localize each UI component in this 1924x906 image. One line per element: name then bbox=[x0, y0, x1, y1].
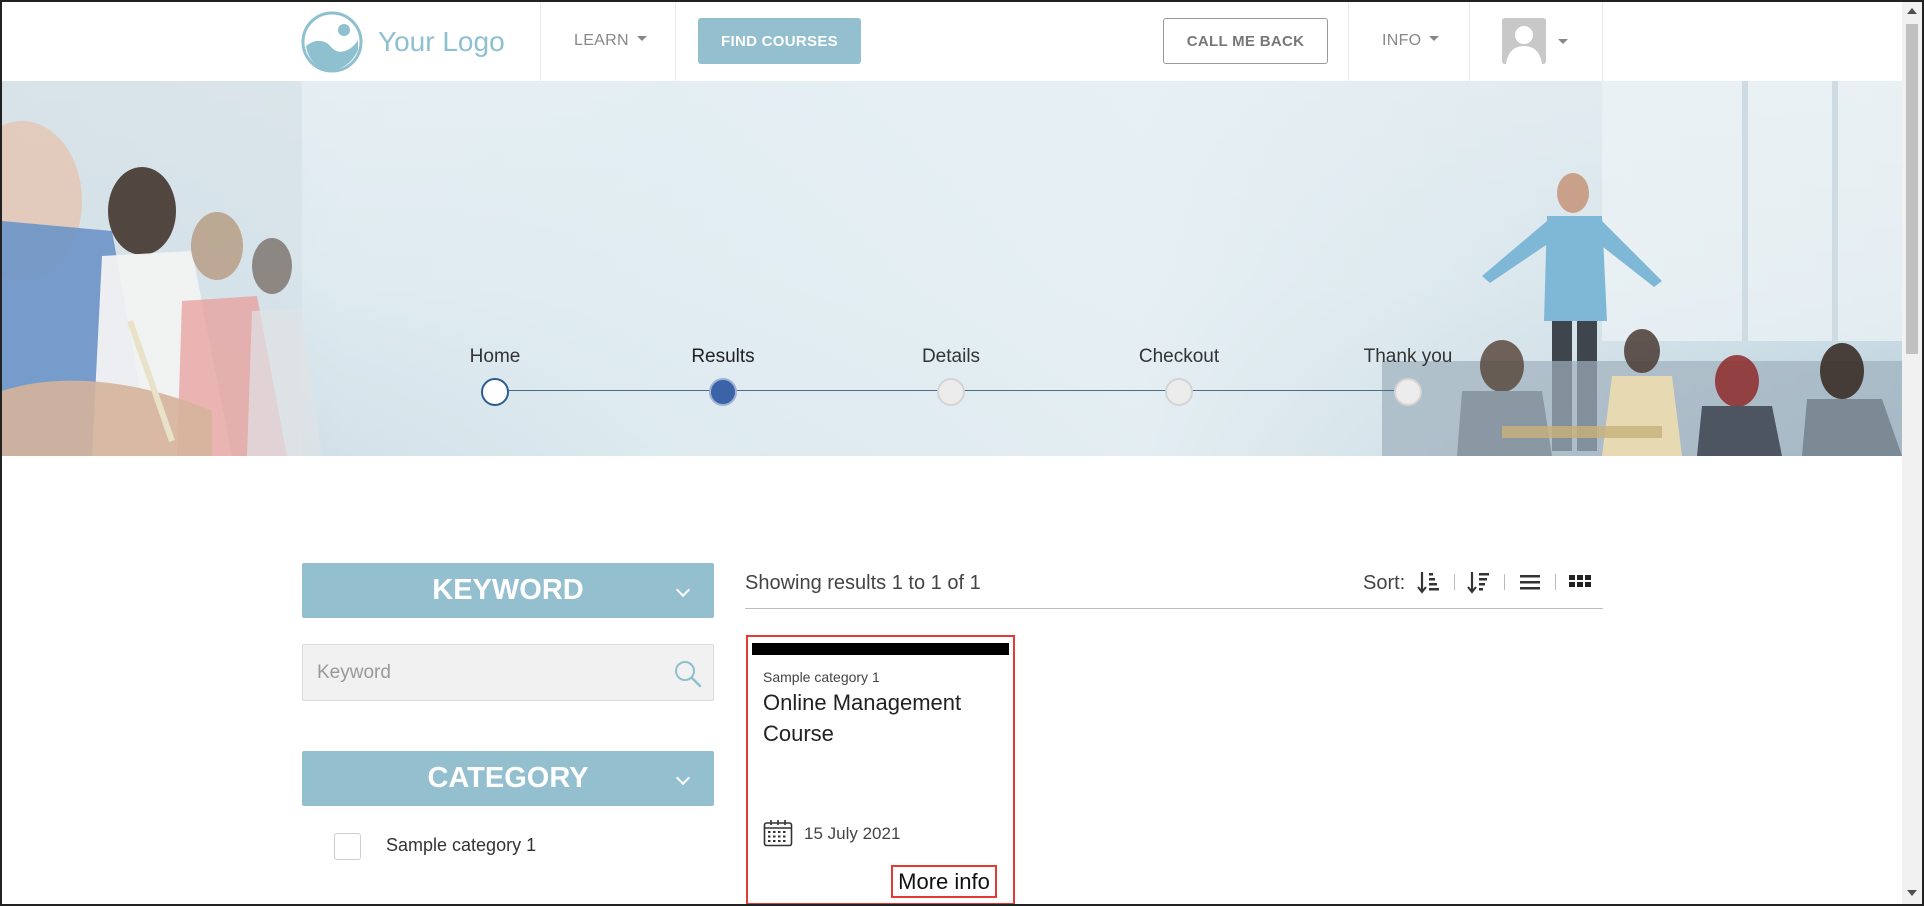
keyword-search-box bbox=[302, 644, 714, 701]
sort-descending-icon[interactable] bbox=[1467, 569, 1491, 595]
page-scrollbar[interactable] bbox=[1902, 2, 1922, 904]
step-label-details: Details bbox=[921, 346, 981, 367]
find-courses-button[interactable]: FIND COURSES bbox=[698, 18, 861, 64]
user-icon bbox=[1502, 18, 1546, 64]
step-dot-results bbox=[709, 378, 737, 406]
sort-label: Sort: bbox=[1363, 572, 1406, 594]
nav-divider bbox=[1602, 0, 1603, 81]
nav-divider bbox=[1469, 0, 1470, 81]
grid-view-icon[interactable] bbox=[1568, 569, 1592, 595]
scroll-up-arrow-icon[interactable] bbox=[1907, 8, 1917, 14]
caret-down-icon bbox=[1429, 36, 1440, 42]
step-connector bbox=[723, 390, 951, 391]
scrollbar-thumb[interactable] bbox=[1906, 24, 1918, 354]
nav-info-dropdown[interactable]: INFO bbox=[1382, 32, 1440, 50]
call-me-back-button[interactable]: CALL ME BACK bbox=[1163, 18, 1328, 64]
category-checkbox[interactable] bbox=[334, 833, 361, 860]
logo-text: Your Logo bbox=[378, 26, 505, 57]
step-connector bbox=[1179, 390, 1408, 391]
nav-divider bbox=[540, 0, 541, 81]
more-info-button[interactable]: More info bbox=[891, 865, 997, 898]
course-card-image bbox=[752, 643, 1009, 655]
site-header: Your Logo LEARN FIND COURSES CALL ME BAC… bbox=[0, 0, 1904, 81]
step-label-checkout: Checkout bbox=[1138, 346, 1220, 367]
sort-separator bbox=[1454, 574, 1455, 590]
step-label-thank-you: Thank you bbox=[1363, 346, 1453, 367]
sort-separator bbox=[1555, 574, 1556, 590]
course-category: Sample category 1 bbox=[763, 669, 880, 685]
list-view-icon[interactable] bbox=[1518, 569, 1542, 595]
progress-stepper: Home Results Details Checkout Thank you bbox=[2, 81, 1902, 456]
keyword-filter-header[interactable]: KEYWORD bbox=[302, 563, 714, 618]
step-dot-home[interactable] bbox=[481, 378, 509, 406]
nav-learn-dropdown[interactable]: LEARN bbox=[574, 32, 647, 50]
logo[interactable]: Your Logo bbox=[300, 10, 505, 74]
course-title[interactable]: Online Management Course bbox=[763, 687, 1003, 749]
calendar-icon bbox=[763, 820, 793, 847]
nav-learn-label: LEARN bbox=[574, 32, 629, 49]
search-icon[interactable] bbox=[673, 659, 703, 689]
logo-icon bbox=[301, 11, 363, 73]
keyword-filter-title: KEYWORD bbox=[432, 574, 584, 606]
hero-banner: Home Results Details Checkout Thank you bbox=[2, 81, 1902, 456]
chevron-down-icon bbox=[675, 582, 691, 598]
nav-divider bbox=[1348, 0, 1349, 81]
category-label: Sample category 1 bbox=[386, 835, 537, 855]
caret-down-icon bbox=[636, 36, 647, 42]
course-card[interactable]: Sample category 1 Online Management Cour… bbox=[746, 635, 1015, 905]
step-dot-thank-you bbox=[1394, 378, 1422, 406]
keyword-input[interactable] bbox=[317, 645, 657, 700]
results-count: Showing results 1 to 1 of 1 bbox=[745, 572, 981, 594]
nav-divider bbox=[675, 0, 676, 81]
step-connector bbox=[495, 390, 723, 391]
category-filter-title: CATEGORY bbox=[427, 762, 589, 794]
step-dot-checkout bbox=[1165, 378, 1193, 406]
user-avatar[interactable] bbox=[1502, 18, 1546, 64]
results-divider bbox=[745, 608, 1603, 609]
step-label-home: Home bbox=[469, 346, 521, 367]
chevron-down-icon bbox=[675, 770, 691, 786]
nav-info-label: INFO bbox=[1382, 32, 1422, 49]
sort-separator bbox=[1504, 574, 1505, 590]
course-date: 15 July 2021 bbox=[804, 824, 901, 843]
step-connector bbox=[951, 390, 1179, 391]
sort-ascending-icon[interactable] bbox=[1417, 569, 1441, 595]
step-label-results: Results bbox=[691, 346, 755, 367]
scroll-down-arrow-icon[interactable] bbox=[1907, 890, 1917, 896]
user-menu-caret-icon[interactable] bbox=[1558, 39, 1568, 44]
category-filter-header[interactable]: CATEGORY bbox=[302, 751, 714, 806]
step-dot-details bbox=[937, 378, 965, 406]
